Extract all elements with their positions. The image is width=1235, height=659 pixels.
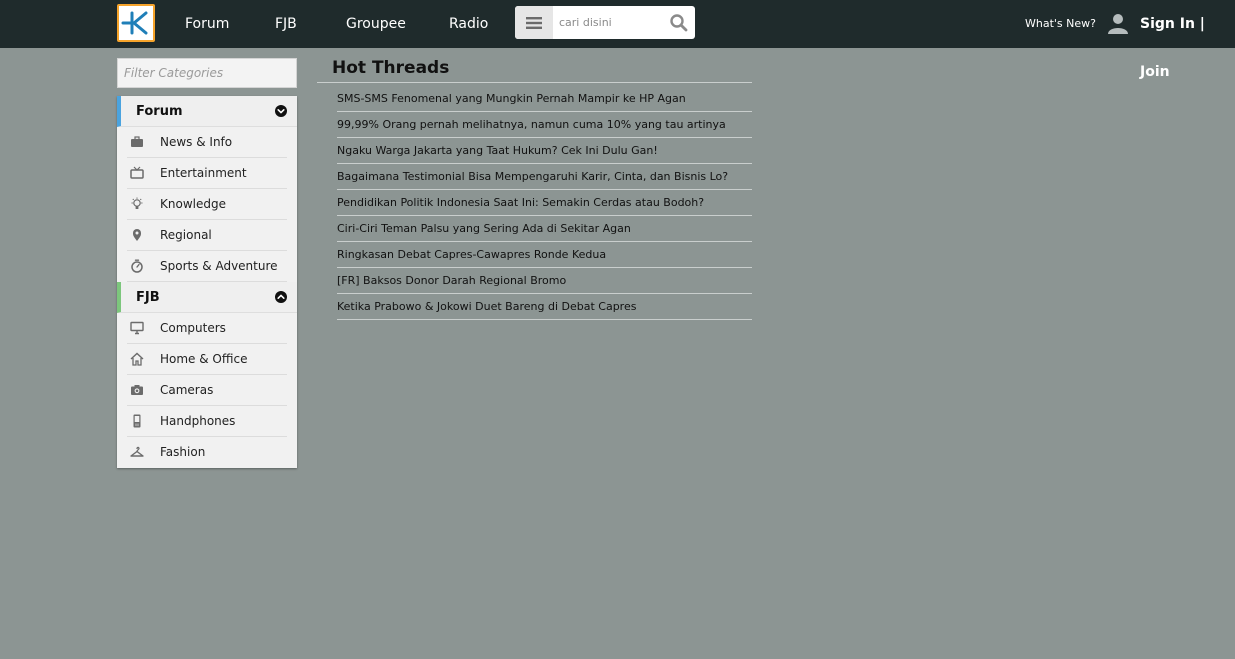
sidebar-item-label: Fashion <box>160 445 206 459</box>
thread-item: 99,99% Orang pernah melihatnya, namun cu… <box>337 112 752 138</box>
auth-links: Sign In | Join <box>1140 0 1235 80</box>
hamburger-icon[interactable] <box>515 6 553 39</box>
sidebar-item-home-office[interactable]: Home & Office <box>127 344 287 375</box>
sidebar-item-cameras[interactable]: Cameras <box>127 375 287 406</box>
sidebar-item-entertainment[interactable]: Entertainment <box>127 158 287 189</box>
thread-item: SMS-SMS Fenomenal yang Mungkin Pernah Ma… <box>337 86 752 112</box>
sidebar-item-label: News & Info <box>160 135 233 149</box>
thread-link[interactable]: SMS-SMS Fenomenal yang Mungkin Pernah Ma… <box>337 86 752 111</box>
sidebar-item-knowledge[interactable]: Knowledge <box>127 189 287 220</box>
sidebar-item-label: Computers <box>160 321 226 335</box>
sidebar-item-computers[interactable]: Computers <box>127 313 287 344</box>
sign-in-link[interactable]: Sign In <box>1140 16 1195 32</box>
group-forum[interactable]: Forum <box>117 96 297 127</box>
nav-radio[interactable]: Radio <box>449 0 488 48</box>
thread-item: Ciri-Ciri Teman Palsu yang Sering Ada di… <box>337 216 752 242</box>
sidebar-item-label: Entertainment <box>160 166 247 180</box>
sidebar-item-news-info[interactable]: News & Info <box>127 127 287 158</box>
thread-link[interactable]: Pendidikan Politik Indonesia Saat Ini: S… <box>337 190 752 215</box>
hanger-icon <box>130 446 144 457</box>
stopwatch-icon <box>131 259 143 273</box>
thread-link[interactable]: Bagaimana Testimonial Bisa Mempengaruhi … <box>337 164 752 189</box>
sidebar-item-label: Home & Office <box>160 352 248 366</box>
group-fjb[interactable]: FJB <box>117 282 297 313</box>
sidebar-item-label: Regional <box>160 228 212 242</box>
home-icon <box>130 352 144 366</box>
top-navbar: Forum FJB Groupee Radio What's New? Sign… <box>0 0 1235 80</box>
thread-item: [FR] Baksos Donor Darah Regional Bromo <box>337 268 752 294</box>
thread-link[interactable]: Ciri-Ciri Teman Palsu yang Sering Ada di… <box>337 216 752 241</box>
monitor-icon <box>130 321 144 335</box>
sidebar-item-label: Sports & Adventure <box>160 259 278 273</box>
auth-separator: | <box>1199 16 1205 32</box>
nav-forum[interactable]: Forum <box>185 0 229 48</box>
user-icon[interactable] <box>1107 12 1129 34</box>
sidebar-item-label: Handphones <box>160 414 236 428</box>
category-menu: Forum News & Info Entertainment Knowledg… <box>117 96 297 468</box>
tv-icon <box>130 166 144 179</box>
chevron-down-icon[interactable] <box>275 105 287 117</box>
sidebar-item-label: Knowledge <box>160 197 226 211</box>
camera-icon <box>131 385 143 395</box>
filter-categories-input[interactable] <box>118 59 296 87</box>
join-link[interactable]: Join <box>1140 64 1170 80</box>
thread-item: Pendidikan Politik Indonesia Saat Ini: S… <box>337 190 752 216</box>
hot-threads-list: SMS-SMS Fenomenal yang Mungkin Pernah Ma… <box>337 86 752 320</box>
nav-groupee[interactable]: Groupee <box>346 0 406 48</box>
hot-threads-divider <box>317 82 752 83</box>
thread-item: Ketika Prabowo & Jokowi Duet Bareng di D… <box>337 294 752 320</box>
thread-item: Ringkasan Debat Capres-Cawapres Ronde Ke… <box>337 242 752 268</box>
map-pin-icon <box>133 229 141 241</box>
thread-link[interactable]: 99,99% Orang pernah melihatnya, namun cu… <box>337 112 752 137</box>
search-input[interactable] <box>559 6 659 39</box>
lightbulb-icon <box>131 197 143 209</box>
group-fjb-label: FJB <box>136 290 160 305</box>
hot-threads-title: Hot Threads <box>332 58 450 78</box>
thread-item: Ngaku Warga Jakarta yang Taat Hukum? Cek… <box>337 138 752 164</box>
group-forum-label: Forum <box>136 104 183 119</box>
sidebar-item-fashion[interactable]: Fashion <box>127 437 287 468</box>
nav-fjb[interactable]: FJB <box>275 0 297 48</box>
kaskus-logo-icon[interactable] <box>117 4 155 42</box>
sidebar-item-sports-adventure[interactable]: Sports & Adventure <box>127 251 287 282</box>
phone-icon <box>133 414 141 428</box>
filter-categories <box>117 58 297 88</box>
thread-link[interactable]: Ngaku Warga Jakarta yang Taat Hukum? Cek… <box>337 138 752 163</box>
sidebar-item-handphones[interactable]: Handphones <box>127 406 287 437</box>
thread-link[interactable]: [FR] Baksos Donor Darah Regional Bromo <box>337 268 752 293</box>
whats-new-link[interactable]: What's New? <box>1025 0 1096 48</box>
search-icon[interactable] <box>669 13 689 33</box>
briefcase-icon <box>131 136 143 147</box>
search-box <box>515 6 695 39</box>
thread-link[interactable]: Ringkasan Debat Capres-Cawapres Ronde Ke… <box>337 242 752 267</box>
chevron-up-icon[interactable] <box>275 291 287 303</box>
sidebar-item-label: Cameras <box>160 383 214 397</box>
thread-item: Bagaimana Testimonial Bisa Mempengaruhi … <box>337 164 752 190</box>
thread-link[interactable]: Ketika Prabowo & Jokowi Duet Bareng di D… <box>337 294 752 319</box>
sidebar-item-regional[interactable]: Regional <box>127 220 287 251</box>
